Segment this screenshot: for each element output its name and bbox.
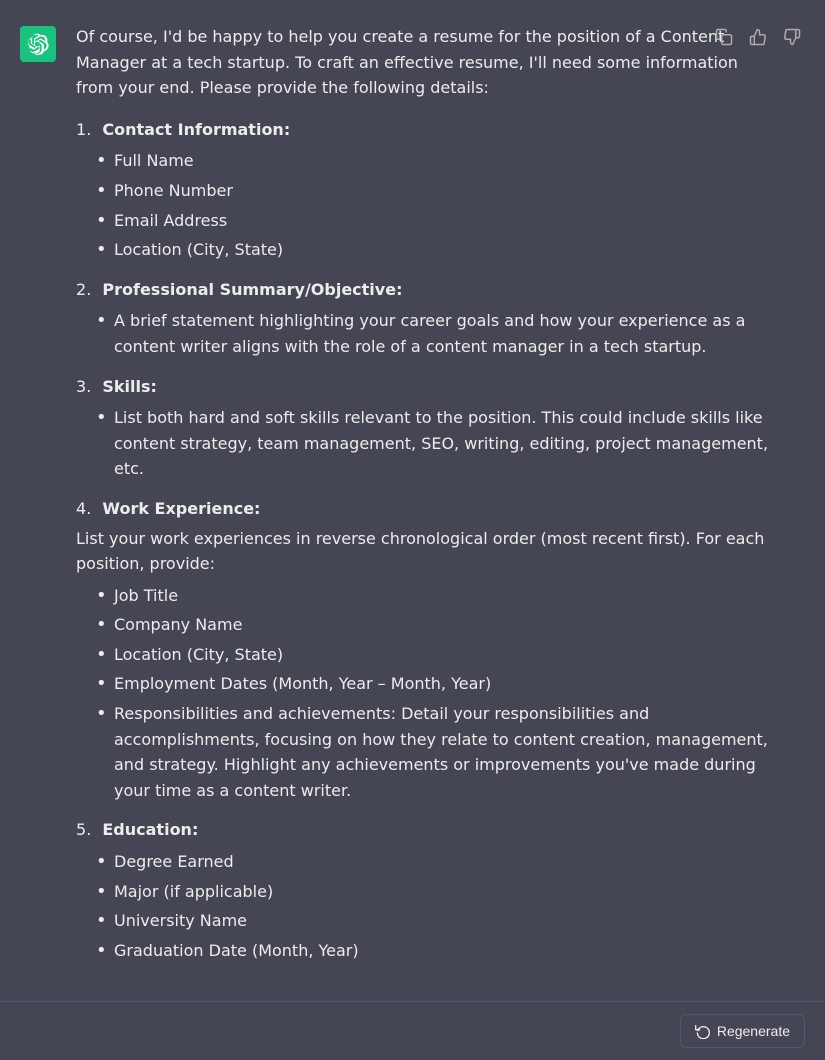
intro-paragraph: Of course, I'd be happy to help you crea… (76, 24, 776, 101)
chatgpt-avatar (20, 26, 56, 62)
list-item: A brief statement highlighting your care… (96, 308, 776, 359)
list-item: Company Name (96, 612, 776, 638)
summary-items: A brief statement highlighting your care… (76, 308, 776, 359)
message-container: Of course, I'd be happy to help you crea… (0, 0, 825, 1001)
list-item: Degree Earned (96, 849, 776, 875)
work-items: Job Title Company Name Location (City, S… (76, 583, 776, 804)
message-body: Of course, I'd be happy to help you crea… (76, 24, 776, 977)
education-items: Degree Earned Major (if applicable) Univ… (76, 849, 776, 963)
list-item: Email Address (96, 208, 776, 234)
list-item: University Name (96, 908, 776, 934)
list-item: Job Title (96, 583, 776, 609)
list-item: Full Name (96, 148, 776, 174)
regenerate-label: Regenerate (717, 1023, 790, 1039)
list-item: Location (City, State) (96, 237, 776, 263)
section-skills-title: Skills: (102, 377, 157, 396)
list-item: Employment Dates (Month, Year – Month, Y… (96, 671, 776, 697)
list-item: List both hard and soft skills relevant … (96, 405, 776, 482)
section-work-title: Work Experience: (102, 499, 260, 518)
section-education: Education: Degree Earned Major (if appli… (76, 817, 776, 963)
section-summary: Professional Summary/Objective: A brief … (76, 277, 776, 360)
copy-button[interactable] (711, 24, 737, 50)
sections-list: Contact Information: Full Name Phone Num… (76, 117, 776, 964)
skills-items: List both hard and soft skills relevant … (76, 405, 776, 482)
thumbs-down-button[interactable] (779, 24, 805, 50)
list-item: Graduation Date (Month, Year) (96, 938, 776, 964)
action-icons-group (711, 24, 805, 50)
list-item: Phone Number (96, 178, 776, 204)
regenerate-button[interactable]: Regenerate (680, 1014, 805, 1048)
section-skills: Skills: List both hard and soft skills r… (76, 374, 776, 482)
list-item: Responsibilities and achievements: Detai… (96, 701, 776, 803)
section-education-title: Education: (102, 820, 198, 839)
thumbs-up-button[interactable] (745, 24, 771, 50)
section-contact: Contact Information: Full Name Phone Num… (76, 117, 776, 263)
regenerate-container: Regenerate (0, 1001, 825, 1060)
regenerate-icon (695, 1023, 711, 1039)
list-item: Location (City, State) (96, 642, 776, 668)
section-contact-title: Contact Information: (102, 120, 290, 139)
section-work: Work Experience: List your work experien… (76, 496, 776, 804)
contact-items: Full Name Phone Number Email Address Loc… (76, 148, 776, 262)
section-summary-title: Professional Summary/Objective: (102, 280, 402, 299)
work-description: List your work experiences in reverse ch… (76, 526, 776, 577)
list-item: Major (if applicable) (96, 879, 776, 905)
